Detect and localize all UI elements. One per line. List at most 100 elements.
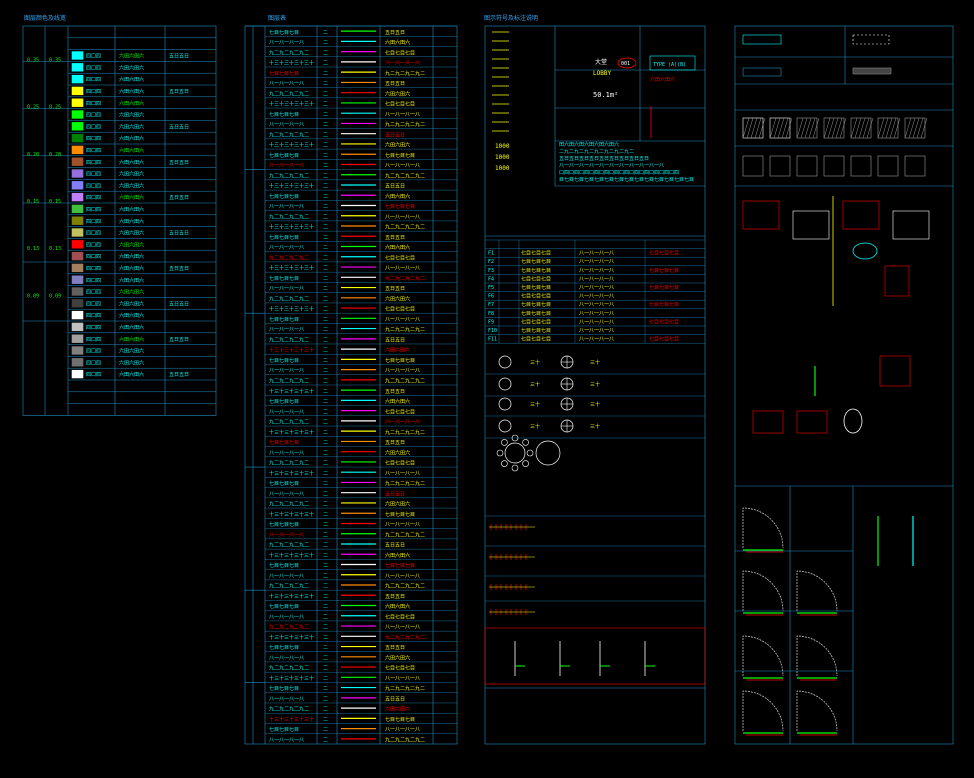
color-swatch bbox=[71, 51, 84, 60]
note-text: 八一八一八一八一八一八一八一八一八一八一八 bbox=[559, 163, 664, 169]
layer-desc: 八一八一八一八 bbox=[385, 317, 420, 323]
color-swatch bbox=[71, 322, 84, 332]
layer-desc: 五日五日 bbox=[385, 132, 405, 138]
color-extra: 五日五日 bbox=[169, 231, 189, 237]
color-swatch bbox=[71, 74, 84, 84]
symbol-label: 三十 bbox=[590, 401, 600, 408]
color-swatch bbox=[71, 110, 84, 119]
sink-icon bbox=[742, 200, 780, 230]
color-swatch bbox=[71, 334, 84, 343]
layer-desc: 五日五日 bbox=[385, 491, 405, 497]
layer-code: 二 bbox=[323, 214, 328, 220]
layer-code: 二 bbox=[323, 327, 328, 333]
layer-desc: 九二九二九二九二 bbox=[385, 224, 425, 231]
area-value: 50.1m² bbox=[593, 91, 618, 99]
toilet-icon bbox=[843, 408, 863, 434]
layer-desc: 六田六田六 bbox=[385, 347, 410, 354]
symbol-label: 三十 bbox=[590, 381, 600, 388]
color-swatch bbox=[71, 145, 84, 155]
chair-icon bbox=[501, 439, 508, 446]
layer-name: 七目七目七目 bbox=[269, 603, 299, 610]
symbol-label: 三十 bbox=[530, 359, 540, 366]
layer-code: 二 bbox=[323, 614, 328, 620]
material-spec: 八一八一八一八 bbox=[579, 328, 614, 334]
layer-desc: 六田六田六 bbox=[385, 244, 410, 251]
color-swatch bbox=[71, 346, 84, 355]
layer-code: 二 bbox=[323, 225, 328, 231]
layer-code: 二 bbox=[323, 122, 328, 128]
color-swatch bbox=[71, 204, 84, 214]
layer-code: 二 bbox=[323, 143, 328, 149]
line-weight-value: 0.35 bbox=[27, 57, 39, 63]
layer-desc: 七目七目七目 bbox=[385, 203, 415, 210]
layer-code: 二 bbox=[323, 266, 328, 272]
layer-desc: 五日五日 bbox=[385, 696, 405, 702]
layer-desc: 九二九二九二九二 bbox=[385, 685, 425, 692]
layer-code: 二 bbox=[323, 81, 328, 87]
layer-desc: 七目七目七目 bbox=[385, 101, 415, 108]
layer-desc: 六田六田六 bbox=[385, 706, 410, 713]
layer-code: 二 bbox=[323, 655, 328, 661]
layer-desc: 七目七目七目 bbox=[385, 306, 415, 313]
color-name: 四口四 bbox=[86, 160, 101, 166]
layer-desc: 五日五日 bbox=[385, 543, 405, 549]
material-spec: 八一八一八一八 bbox=[579, 268, 614, 274]
color-name: 四口四 bbox=[86, 337, 101, 343]
layer-code: 二 bbox=[323, 296, 328, 302]
material-spec: 八一八一八一八 bbox=[579, 311, 614, 317]
layer-desc: 七目七目七目 bbox=[385, 460, 415, 467]
layer-name: 七目七目七目 bbox=[269, 111, 299, 118]
layer-name: 十三十三十三十三十 bbox=[269, 716, 314, 723]
layer-desc: 七目七目七目 bbox=[385, 511, 415, 518]
material-note: 七目七目七目 bbox=[649, 318, 679, 325]
layer-code: 二 bbox=[323, 502, 328, 508]
line-weight-value: 0.35 bbox=[49, 57, 61, 63]
hatch-pattern-icon bbox=[904, 155, 926, 177]
color-name: 四口四 bbox=[86, 183, 101, 189]
layer-name: 八一八一八一八 bbox=[269, 696, 304, 702]
layer-desc: 五日五日 bbox=[385, 184, 405, 190]
layer-desc: 九二九二九二九二 bbox=[385, 480, 425, 487]
layer-desc: 六田六田六 bbox=[385, 193, 410, 200]
layer-name: 七目七目七目 bbox=[269, 480, 299, 487]
color-swatch bbox=[71, 169, 84, 178]
color-swatch bbox=[71, 63, 84, 72]
layer-code: 二 bbox=[323, 307, 328, 313]
layer-desc: 九二九二九二九二 bbox=[385, 326, 425, 333]
color-swatch bbox=[71, 157, 84, 166]
material-code: F3 bbox=[488, 268, 494, 274]
color-note: 六田六田六 bbox=[119, 147, 144, 154]
layer-desc: 五日五日 bbox=[385, 30, 405, 36]
hatch-legend-box bbox=[742, 67, 782, 77]
layer-code: 二 bbox=[323, 368, 328, 374]
layer-code: 二 bbox=[323, 286, 328, 292]
sink-icon bbox=[892, 210, 930, 240]
layer-name: 七目七目七目 bbox=[269, 234, 299, 241]
line-weight-value: 0.25 bbox=[49, 105, 61, 111]
material-name: 七目七目七目 bbox=[521, 267, 551, 274]
color-name: 四口四 bbox=[86, 278, 101, 284]
layer-code: 二 bbox=[323, 409, 328, 415]
layer-desc: 五日五日 bbox=[385, 235, 405, 241]
color-note: 六田六田六 bbox=[119, 241, 144, 248]
color-name: 四口四 bbox=[86, 266, 101, 272]
symbol-label: 三十 bbox=[590, 359, 600, 366]
layer-desc: 七目七目七目 bbox=[385, 665, 415, 672]
layer-desc: 八一八一八一八 bbox=[385, 266, 420, 272]
detail-section-frame bbox=[484, 627, 706, 685]
color-note: 六田六田六 bbox=[119, 88, 144, 95]
color-note: 六田六田六 bbox=[119, 53, 144, 60]
layer-code: 二 bbox=[323, 379, 328, 385]
color-swatch bbox=[71, 263, 84, 273]
layer-code: 二 bbox=[323, 112, 328, 118]
hatch-legend-box bbox=[742, 34, 782, 45]
color-note: 六田六田六 bbox=[119, 182, 144, 189]
door-swing-icon bbox=[742, 570, 784, 612]
layer-name: 八一八一八一八 bbox=[269, 368, 304, 374]
layer-name: 八一八一八一八 bbox=[269, 655, 304, 661]
layer-code: 二 bbox=[323, 184, 328, 190]
layer-code: 二 bbox=[323, 132, 328, 138]
material-note: 七目七目七目 bbox=[649, 267, 679, 274]
material-spec: 八一八一八一八 bbox=[579, 337, 614, 343]
layer-desc: 六田六田六 bbox=[385, 90, 410, 97]
